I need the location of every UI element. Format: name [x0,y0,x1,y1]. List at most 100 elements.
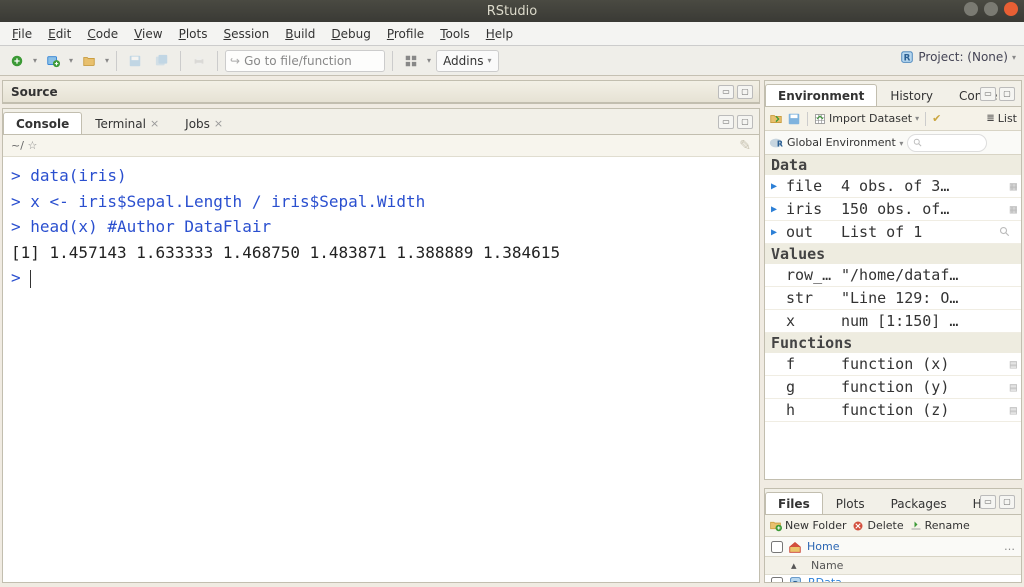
scope-selector[interactable]: Global Environment ▾ [787,136,903,149]
select-all-checkbox[interactable] [771,541,783,553]
env-max-icon[interactable]: ▢ [999,87,1015,101]
files-max-icon[interactable]: ▢ [999,495,1015,509]
env-section-functions: Functions [765,333,1021,353]
tab-environment[interactable]: Environment [765,84,877,106]
env-row-h[interactable]: h function (z) ▤ [765,399,1021,422]
inspect-icon[interactable] [999,226,1017,238]
console-pathbar: ~/ ☆ ✎ [3,135,759,157]
console-min-icon[interactable]: ▭ [718,115,734,129]
console-path: ~/ [11,139,24,152]
svg-text:R: R [777,139,783,148]
source-icon[interactable]: ▤ [999,403,1017,417]
save-button[interactable] [124,50,146,72]
tab-jobs[interactable]: Jobs× [172,112,236,134]
new-folder-button[interactable]: New Folder [769,519,846,532]
close-icon[interactable]: × [150,117,159,130]
cursor [30,270,31,288]
titlebar: RStudio [0,0,1024,22]
more-icon[interactable]: … [1004,540,1015,553]
tab-console[interactable]: Console [3,112,82,134]
tab-files[interactable]: Files [765,492,823,514]
new-project-button[interactable] [42,50,64,72]
home-icon[interactable] [788,540,802,554]
save-all-button[interactable] [151,50,173,72]
files-list[interactable]: R RData [765,575,1021,582]
env-row-g[interactable]: g function (y) ▤ [765,376,1021,399]
env-row-f[interactable]: f function (x) ▤ [765,353,1021,376]
minimize-button[interactable] [964,2,978,16]
open-file-button[interactable] [78,50,100,72]
go-to-file-function-input[interactable]: ↪ Go to file/function [225,50,385,72]
menu-session[interactable]: Session [217,24,275,44]
load-workspace-icon[interactable] [769,112,783,126]
env-row-str[interactable]: str "Line 129: O… [765,287,1021,310]
menu-plots[interactable]: Plots [173,24,214,44]
file-checkbox[interactable] [771,577,783,583]
close-icon[interactable]: × [214,117,223,130]
close-button[interactable] [1004,2,1018,16]
console-prompt: > [11,268,30,287]
menu-view[interactable]: View [128,24,168,44]
env-row-out[interactable]: ▶out List of 1 [765,221,1021,244]
menu-code[interactable]: Code [81,24,124,44]
source-max-icon[interactable]: ▢ [737,85,753,99]
menu-profile[interactable]: Profile [381,24,430,44]
env-row-row[interactable]: row_… "/home/dataf… [765,264,1021,287]
col-name[interactable]: Name [811,559,843,572]
env-row-file[interactable]: ▶file 4 obs. of 3… ▦ [765,175,1021,198]
menu-edit[interactable]: Edit [42,24,77,44]
environment-content[interactable]: Data ▶file 4 obs. of 3… ▦ ▶iris 150 obs.… [765,155,1021,479]
menu-file[interactable]: File [6,24,38,44]
save-workspace-icon[interactable] [787,112,801,126]
rename-button[interactable]: Rename [910,519,970,532]
grid-icon[interactable]: ▦ [999,179,1017,193]
print-button[interactable] [188,50,210,72]
delete-button[interactable]: Delete [852,519,903,532]
svg-text:R: R [904,54,911,64]
env-row-x[interactable]: x num [1:150] … [765,310,1021,333]
files-table-header: ▴ Name [765,557,1021,575]
source-icon[interactable]: ▤ [999,380,1017,394]
source-min-icon[interactable]: ▭ [718,85,734,99]
env-section-data: Data [765,155,1021,175]
source-icon[interactable]: ▤ [999,357,1017,371]
console-max-icon[interactable]: ▢ [737,115,753,129]
menu-help[interactable]: Help [480,24,519,44]
list-mode-button[interactable]: ≣ List [986,112,1017,125]
menubar: File Edit Code View Plots Session Build … [0,22,1024,46]
source-title: Source [11,85,58,99]
maximize-button[interactable] [984,2,998,16]
grid-icon[interactable]: ▦ [999,202,1017,216]
new-file-button[interactable] [6,50,28,72]
clear-console-icon[interactable]: ✎ [739,138,751,154]
console-tabs: Console Terminal× Jobs× ▭ ▢ [3,109,759,135]
import-dataset-button[interactable]: Import Dataset ▾ [814,112,919,125]
menu-build[interactable]: Build [279,24,321,44]
env-search-input[interactable] [907,134,987,152]
expand-icon[interactable]: ▶ [771,204,783,215]
r-icon: R [769,136,783,150]
env-min-icon[interactable]: ▭ [980,87,996,101]
tab-history[interactable]: History [877,84,946,106]
files-tabs: Files Plots Packages Hel ▭ ▢ [765,489,1021,515]
tab-plots[interactable]: Plots [823,492,878,514]
clear-env-icon[interactable]: ✔ [932,112,941,125]
tab-packages[interactable]: Packages [878,492,960,514]
crumb-home[interactable]: Home [807,540,839,553]
environment-toolbar: Import Dataset ▾ ✔ ≣ List [765,107,1021,131]
addins-menu[interactable]: Addins ▾ [436,50,498,72]
files-toolbar: New Folder Delete Rename [765,515,1021,537]
env-section-values: Values [765,244,1021,264]
project-menu[interactable]: R Project: (None) ▾ [900,50,1016,64]
file-row[interactable]: R RData [765,575,1021,582]
menu-tools[interactable]: Tools [434,24,476,44]
expand-icon[interactable]: ▶ [771,181,783,192]
expand-icon[interactable]: ▶ [771,227,783,238]
tab-terminal[interactable]: Terminal× [82,112,172,134]
tools-grid-button[interactable] [400,50,422,72]
console-output[interactable]: > data(iris) > x <- iris$Sepal.Length / … [3,157,759,582]
menu-debug[interactable]: Debug [325,24,376,44]
files-min-icon[interactable]: ▭ [980,495,996,509]
env-row-iris[interactable]: ▶iris 150 obs. of… ▦ [765,198,1021,221]
console-line: > data(iris) [11,163,751,189]
